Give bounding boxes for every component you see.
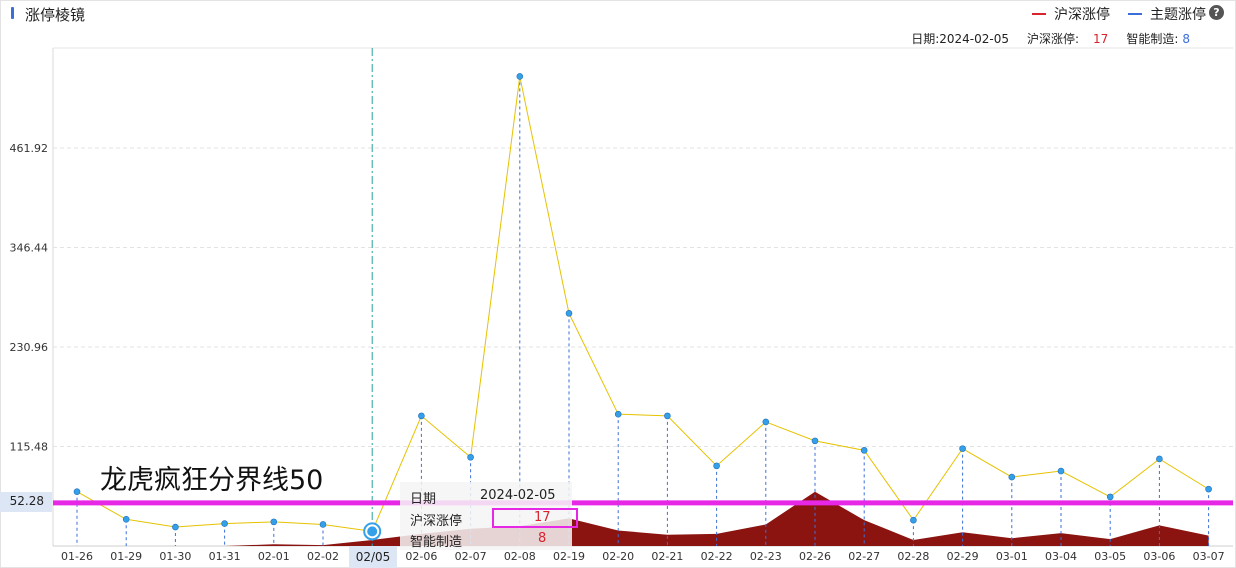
- x-tick-label: 02-08: [504, 550, 536, 563]
- x-tick-label: 01-29: [110, 550, 142, 563]
- data-point: [516, 73, 524, 80]
- tooltip-series2-label: 智能制造: [410, 535, 463, 550]
- x-tick-label: 02-20: [602, 550, 634, 563]
- data-point: [713, 462, 720, 470]
- tooltip-date-value: 2024-02-05: [480, 488, 556, 503]
- area-series-shenhu: [77, 491, 1209, 546]
- data-point: [762, 418, 770, 426]
- x-tick-label: 02-22: [701, 550, 733, 563]
- data-point: [418, 412, 425, 420]
- tooltip-date-label: 日期: [410, 492, 437, 507]
- tooltip-highlight-box: [492, 508, 578, 528]
- data-point: [959, 445, 966, 452]
- tooltip-series1-label: 沪深涨停: [410, 514, 463, 529]
- x-tick-label: 03-04: [1045, 550, 1077, 563]
- data-point: [467, 453, 474, 461]
- x-tick-label: 02-21: [651, 550, 683, 563]
- x-axis-crosshair-label: 02/05: [349, 546, 397, 568]
- x-tick-label: 02-26: [799, 550, 831, 563]
- tooltip-series2-value: 8: [538, 531, 547, 546]
- x-tick-label: 03-06: [1143, 550, 1175, 563]
- x-tick-label: 01-31: [209, 550, 241, 563]
- y-tick-label: 230.96: [10, 341, 49, 354]
- x-tick-label: 03-05: [1094, 550, 1126, 563]
- x-tick-label: 01-26: [61, 550, 93, 563]
- data-point: [1156, 455, 1163, 463]
- x-tick-label: 03-01: [996, 550, 1028, 563]
- x-tick-label: 02-29: [947, 550, 979, 563]
- data-point: [221, 520, 228, 527]
- x-tick-label: 02-27: [848, 550, 880, 563]
- data-point: [1008, 473, 1016, 481]
- data-point: [172, 523, 179, 531]
- y-tick-label: 115.48: [10, 441, 49, 454]
- data-point: [319, 521, 327, 528]
- data-point: [910, 516, 917, 524]
- y-tick-label: 346.44: [10, 242, 49, 255]
- data-point: [1057, 467, 1065, 475]
- data-point: [614, 410, 622, 418]
- x-tick-label: 02-02: [307, 550, 339, 563]
- data-point: [811, 437, 819, 445]
- data-point: [122, 515, 130, 523]
- data-point: [860, 447, 868, 454]
- data-point: [1205, 485, 1212, 493]
- data-point: [565, 310, 573, 317]
- threshold-annotation-text: 龙虎疯狂分界线50: [100, 465, 324, 496]
- x-tick-label: 02-23: [750, 550, 782, 563]
- data-point: [270, 518, 278, 526]
- data-point: [73, 488, 81, 496]
- data-point: [664, 412, 671, 420]
- x-tick-label: 03-07: [1193, 550, 1225, 563]
- y-axis-crosshair-label: 52.28: [0, 492, 52, 512]
- highlight-point: [367, 526, 378, 537]
- x-tick-label: 02-01: [258, 550, 290, 563]
- y-tick-label: 461.92: [10, 142, 49, 155]
- data-point: [1106, 493, 1114, 501]
- x-tick-label: 02-19: [553, 550, 585, 563]
- x-tick-label: 02-28: [897, 550, 929, 563]
- x-tick-label: 01-30: [159, 550, 191, 563]
- x-tick-label: 02-06: [405, 550, 437, 563]
- x-tick-label: 02-07: [455, 550, 487, 563]
